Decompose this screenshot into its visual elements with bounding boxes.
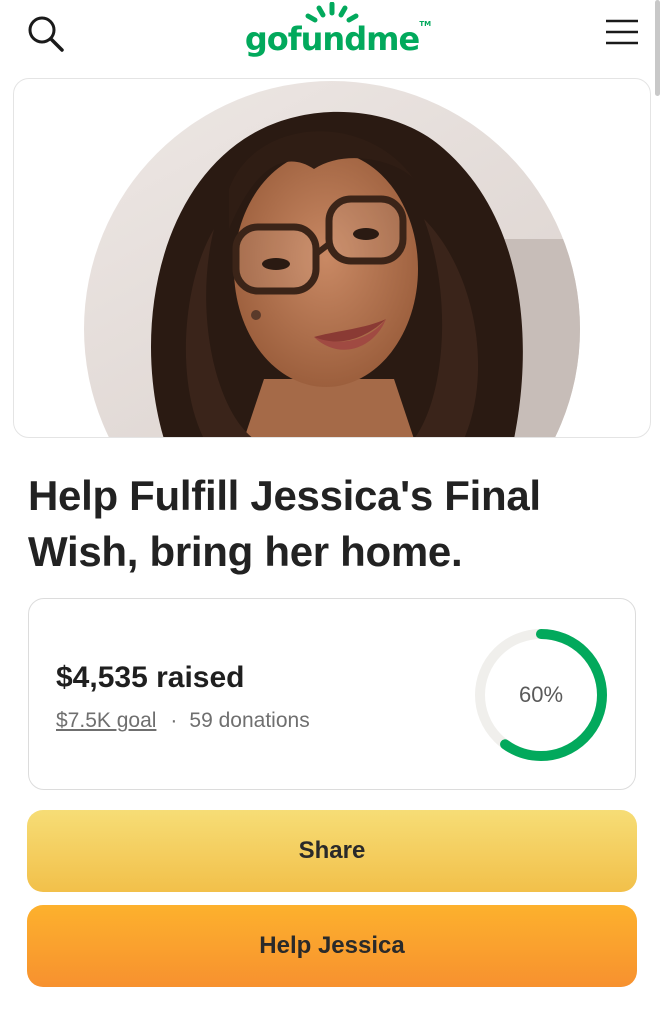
top-header: gofundme TM: [0, 0, 664, 96]
logo-wordmark: gofundme TM: [244, 20, 432, 58]
gofundme-logo[interactable]: gofundme TM: [0, 0, 664, 70]
goal-and-donations: $7.5K goal · 59 donations: [56, 709, 310, 733]
logo-trademark: TM: [419, 20, 432, 28]
progress-card: $4,535 raised $7.5K goal · 59 donations …: [28, 598, 636, 790]
separator-dot: ·: [170, 709, 178, 732]
campaign-title: Help Fulfill Jessica's Final Wish, bring…: [28, 472, 541, 575]
share-button[interactable]: Share: [27, 810, 637, 892]
campaign-page: gofundme TM Help Fulfill Jessica's Final…: [0, 0, 664, 1024]
campaign-photo-card[interactable]: [13, 78, 651, 438]
amount-raised: $4,535 raised: [56, 661, 245, 694]
donate-button[interactable]: Help Jessica: [27, 905, 637, 987]
progress-percent: 60%: [518, 682, 564, 707]
campaign-photo: [84, 81, 580, 437]
hamburger-menu-icon: [606, 19, 638, 45]
share-button-label: Share: [298, 837, 366, 864]
progress-ring: 60%: [473, 627, 609, 763]
scrollbar[interactable]: [655, 0, 660, 96]
menu-button[interactable]: [602, 12, 642, 52]
donations-count: 59 donations: [189, 709, 310, 732]
goal-link[interactable]: $7.5K goal: [56, 709, 156, 733]
donate-button-label: Help Jessica: [259, 932, 405, 959]
